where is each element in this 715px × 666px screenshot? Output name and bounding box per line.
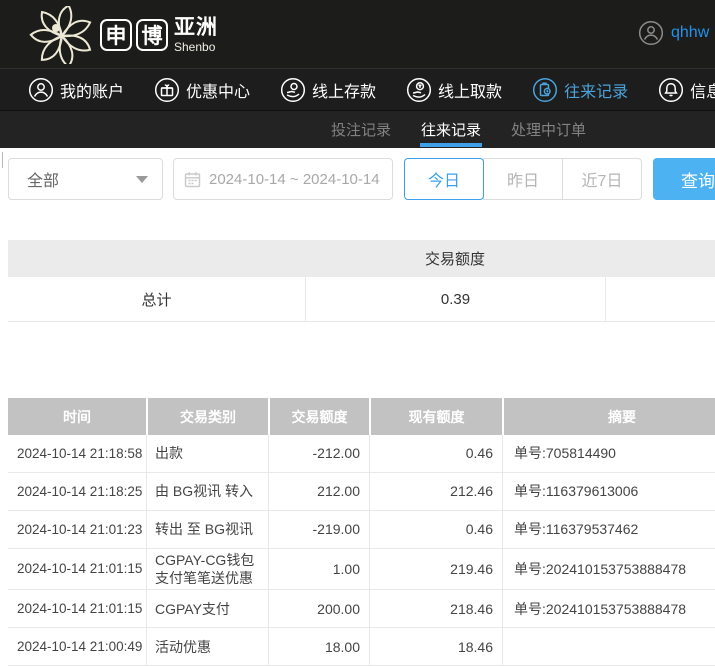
cell-amount: -219.00 — [268, 511, 369, 548]
records-icon — [532, 77, 558, 103]
nav-item-messages[interactable]: 信息 — [658, 77, 715, 103]
nav-label: 线上取款 — [438, 78, 502, 102]
brand-latin-text: Shenbo — [174, 41, 218, 53]
bell-icon — [658, 77, 684, 103]
tab-transaction-records[interactable]: 往来记录 — [420, 111, 482, 148]
cell-summary: 单号:705814490 — [502, 435, 715, 472]
records-subnav: 投注记录 往来记录 处理中订单 — [0, 110, 715, 148]
cell-amount: 18.00 — [268, 628, 369, 665]
cell-type: CGPAY-CG钱包支付笔笔送优惠 — [146, 549, 268, 589]
date-range-input[interactable]: 2024-10-14 ~ 2024-10-14 — [173, 158, 393, 200]
cell-time: 2024-10-14 21:01:23 — [8, 511, 146, 548]
cell-type: 活动优惠 — [146, 628, 268, 665]
table-row: 2024-10-14 21:01:15 CGPAY-CG钱包支付笔笔送优惠 1.… — [8, 549, 715, 590]
brand-region-text: 亚洲 — [174, 17, 218, 38]
nav-item-online-withdrawal[interactable]: 线上取款 — [406, 77, 502, 103]
cell-time: 2024-10-14 21:18:58 — [8, 435, 146, 472]
left-edge-artifact — [2, 152, 3, 168]
table-row: 2024-10-14 21:18:25 由 BG视讯 转入 212.00 212… — [8, 473, 715, 511]
yesterday-button[interactable]: 昨日 — [483, 158, 563, 200]
top-header: 申 博 亚洲 Shenbo qhhw — [0, 0, 715, 68]
withdraw-icon — [406, 77, 432, 103]
chevron-down-icon — [136, 176, 148, 183]
column-header-time: 时间 — [8, 398, 146, 435]
summary-empty-cell — [605, 277, 715, 321]
cell-time: 2024-10-14 21:01:15 — [8, 549, 146, 589]
lotus-flower-icon — [26, 6, 96, 64]
user-avatar-icon — [638, 20, 664, 46]
nav-item-online-deposit[interactable]: 线上存款 — [280, 77, 376, 103]
nav-item-promotions[interactable]: 优惠中心 — [154, 77, 250, 103]
cell-type: CGPAY支付 — [146, 590, 268, 627]
cell-summary: 单号:116379537462 — [502, 511, 715, 548]
summary-table-header: 交易额度 — [8, 240, 715, 277]
summary-table: 交易额度 总计 0.39 — [8, 240, 715, 322]
cell-summary: 单号:116379613006 — [502, 473, 715, 510]
cell-amount: -212.00 — [268, 435, 369, 472]
transactions-table: 时间 交易类别 交易额度 现有额度 摘要 2024-10-14 21:18:58… — [8, 398, 715, 666]
nav-item-my-account[interactable]: 我的账户 — [28, 77, 124, 103]
cell-summary: 单号:202410153753888478 — [502, 590, 715, 627]
cell-balance: 18.46 — [369, 628, 502, 665]
calendar-icon — [184, 171, 201, 188]
category-select[interactable]: 全部 — [8, 158, 163, 200]
cell-balance: 0.46 — [369, 435, 502, 472]
nav-label: 优惠中心 — [186, 78, 250, 102]
cell-time: 2024-10-14 21:18:25 — [8, 473, 146, 510]
tab-processing-orders[interactable]: 处理中订单 — [510, 111, 587, 148]
deposit-icon — [280, 77, 306, 103]
user-icon — [28, 77, 54, 103]
summary-total-value: 0.39 — [305, 277, 605, 321]
cell-balance: 218.46 — [369, 590, 502, 627]
cell-type: 由 BG视讯 转入 — [146, 473, 268, 510]
category-select-value: 全部 — [27, 167, 136, 191]
date-range-value: 2024-10-14 ~ 2024-10-14 — [209, 171, 380, 188]
today-button[interactable]: 今日 — [404, 158, 484, 200]
username-text[interactable]: qhhw — [671, 24, 709, 42]
tab-betting-records[interactable]: 投注记录 — [330, 111, 392, 148]
cell-summary — [502, 628, 715, 665]
cell-summary: 单号:202410153753888478 — [502, 549, 715, 589]
nav-label: 信息 — [690, 78, 715, 102]
brand-logo[interactable]: 申 博 亚洲 Shenbo — [26, 6, 218, 64]
nav-label: 线上存款 — [312, 78, 376, 102]
cell-balance: 219.46 — [369, 549, 502, 589]
cell-type: 转出 至 BG视讯 — [146, 511, 268, 548]
cell-balance: 0.46 — [369, 511, 502, 548]
brand-char-bo: 博 — [136, 19, 168, 51]
nav-label: 往来记录 — [564, 78, 628, 102]
table-row: 2024-10-14 21:18:58 出款 -212.00 0.46 单号:7… — [8, 435, 715, 473]
main-navigation: 我的账户 优惠中心 线上存款 线上取款 — [0, 68, 715, 110]
transactions-body: 2024-10-14 21:18:58 出款 -212.00 0.46 单号:7… — [8, 435, 715, 666]
cell-balance: 212.46 — [369, 473, 502, 510]
cell-amount: 1.00 — [268, 549, 369, 589]
summary-header-amount: 交易额度 — [305, 248, 605, 269]
gift-icon — [154, 77, 180, 103]
nav-label: 我的账户 — [60, 78, 124, 102]
nav-item-transaction-records[interactable]: 往来记录 — [532, 77, 628, 103]
search-button[interactable]: 查询 — [653, 158, 715, 200]
brand-characters: 申 博 — [100, 19, 168, 51]
cell-time: 2024-10-14 21:00:49 — [8, 628, 146, 665]
brand-char-shen: 申 — [100, 19, 132, 51]
column-header-summary: 摘要 — [502, 398, 715, 435]
quick-date-buttons: 今日 昨日 近7日 — [404, 158, 642, 200]
transactions-table-header: 时间 交易类别 交易额度 现有额度 摘要 — [8, 398, 715, 435]
column-header-balance: 现有额度 — [369, 398, 502, 435]
last7days-button[interactable]: 近7日 — [562, 158, 642, 200]
summary-total-row: 总计 0.39 — [8, 277, 715, 322]
cell-time: 2024-10-14 21:01:15 — [8, 590, 146, 627]
table-row: 2024-10-14 21:00:49 活动优惠 18.00 18.46 — [8, 628, 715, 666]
table-row: 2024-10-14 21:01:15 CGPAY支付 200.00 218.4… — [8, 590, 715, 628]
user-account-area[interactable]: qhhw — [638, 20, 709, 46]
cell-amount: 200.00 — [268, 590, 369, 627]
column-header-amount: 交易额度 — [268, 398, 369, 435]
summary-total-label: 总计 — [8, 277, 305, 321]
column-header-type: 交易类别 — [146, 398, 268, 435]
cell-amount: 212.00 — [268, 473, 369, 510]
table-row: 2024-10-14 21:01:23 转出 至 BG视讯 -219.00 0.… — [8, 511, 715, 549]
cell-type: 出款 — [146, 435, 268, 472]
